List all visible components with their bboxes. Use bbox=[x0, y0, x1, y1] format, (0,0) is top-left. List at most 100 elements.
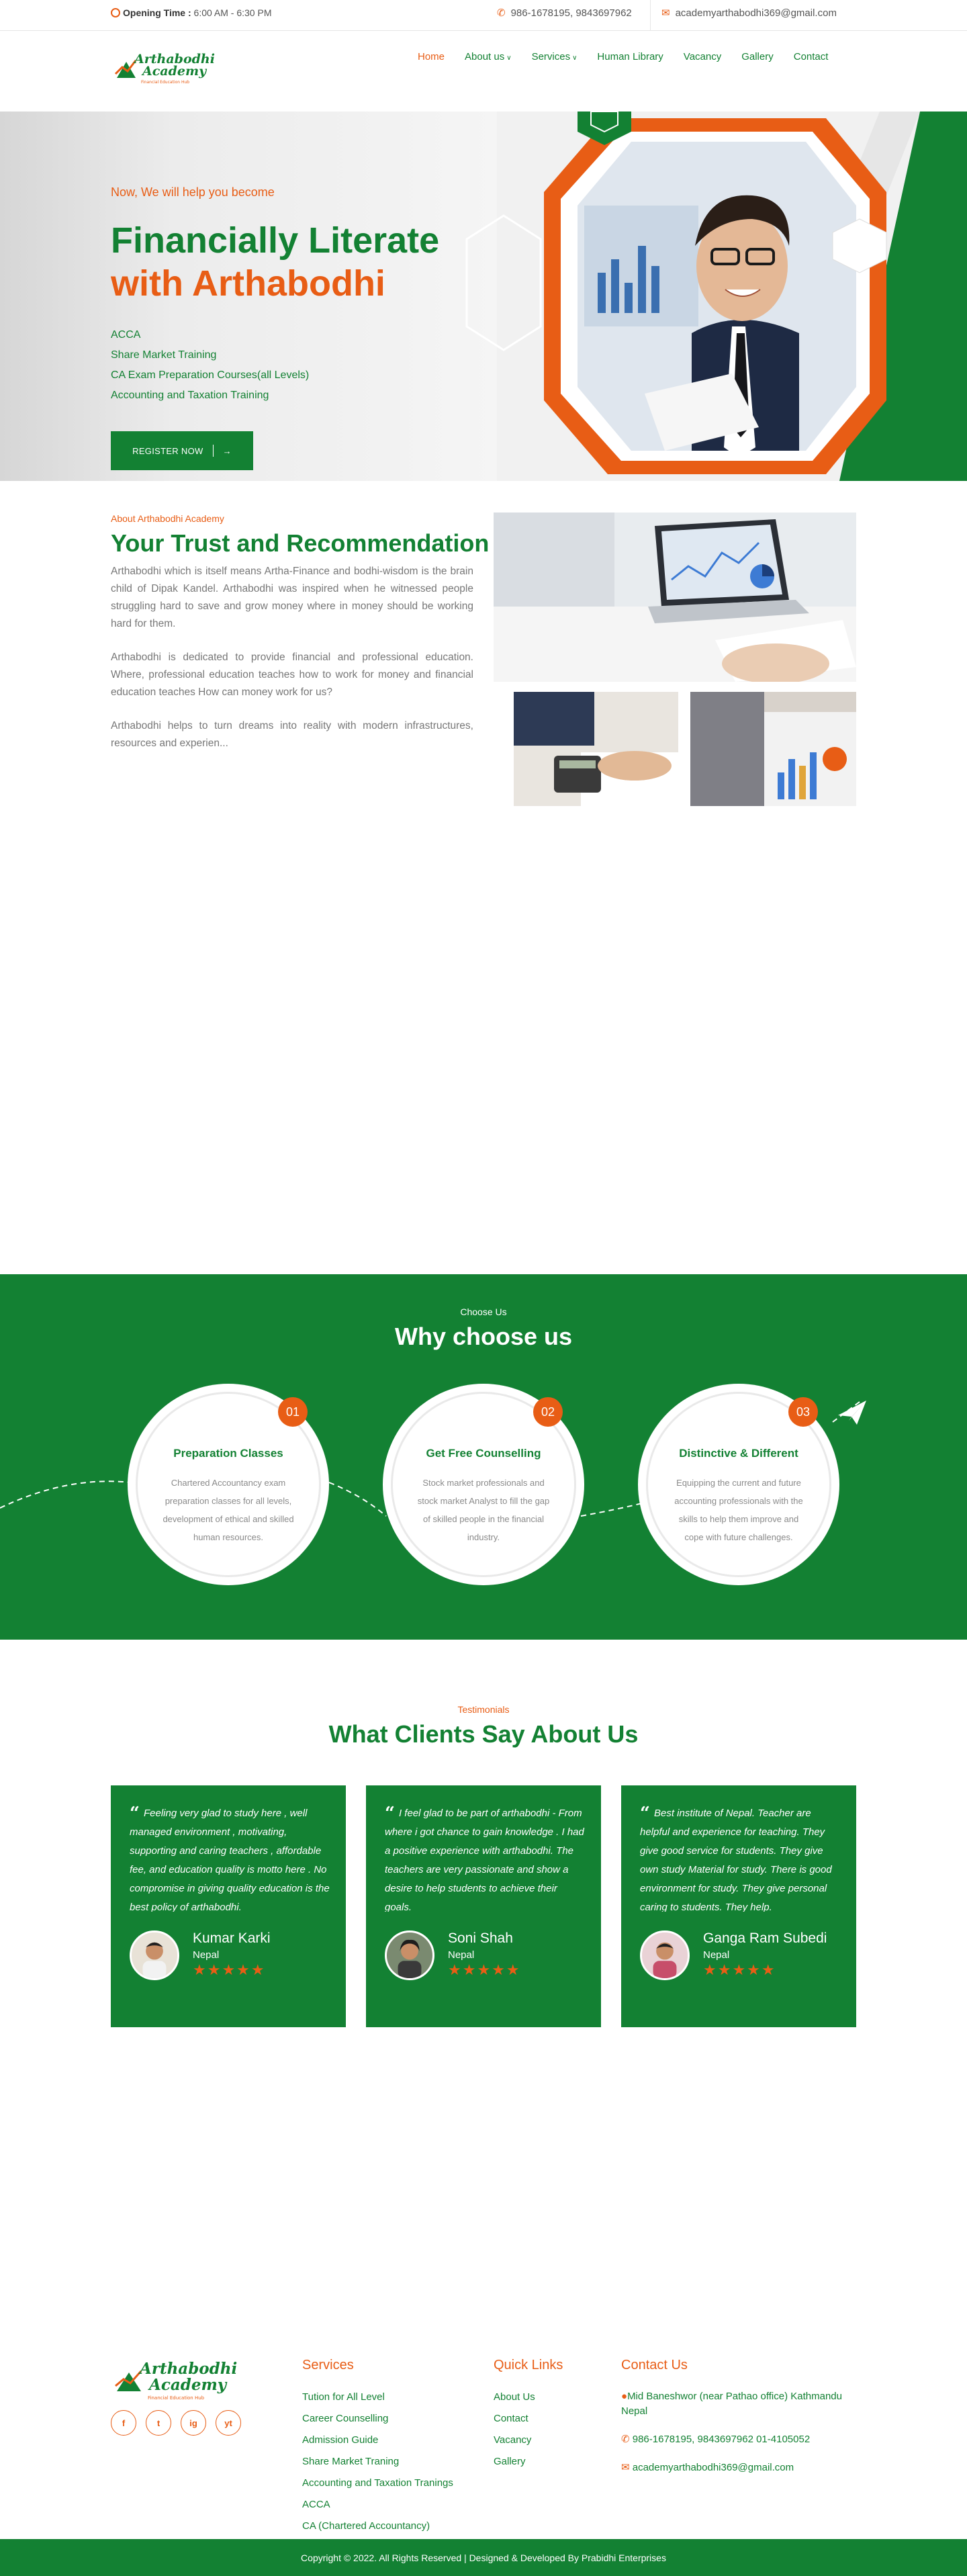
nav-gallery[interactable]: Gallery bbox=[741, 51, 774, 62]
testimonial-name: Ganga Ram Subedi bbox=[703, 1930, 827, 1946]
site-header: Arthabodhi Academy Financial Education H… bbox=[0, 31, 967, 112]
topbar-email-text: academyarthabodhi369@gmail.com bbox=[675, 7, 837, 19]
youtube-icon[interactable]: yt bbox=[216, 2410, 241, 2436]
quote-icon: “ bbox=[130, 1804, 140, 1824]
choose-subtitle: Choose Us bbox=[460, 1306, 507, 1317]
calculator-image bbox=[514, 692, 678, 806]
testimonial-quote: “Feeling very glad to study here , well … bbox=[130, 1804, 331, 1912]
about-paragraph: Arthabodhi helps to turn dreams into rea… bbox=[111, 720, 473, 749]
testimonial-card: “I feel glad to be part of arthabodhi - … bbox=[366, 1785, 601, 2027]
feature-text: Chartered Accountancy exam preparation c… bbox=[163, 1478, 294, 1542]
copyright-bar: Copyright © 2022. All Rights Reserved | … bbox=[0, 2539, 967, 2576]
nav-services[interactable]: Services ∨ bbox=[532, 51, 578, 62]
footer-service-link[interactable]: Admission Guide bbox=[302, 2430, 453, 2451]
footer-logo-line1: Arthabodhi bbox=[138, 2360, 237, 2378]
nav-about[interactable]: About us ∨ bbox=[465, 51, 512, 62]
instagram-icon[interactable]: ig bbox=[181, 2410, 206, 2436]
footer-service-link[interactable]: Accounting and Taxation Tranings bbox=[302, 2473, 453, 2494]
facebook-icon[interactable]: f bbox=[111, 2410, 136, 2436]
divider bbox=[212, 445, 214, 457]
hero-banner: Now, We will help you become Financially… bbox=[0, 112, 967, 481]
hero-tagline: Now, We will help you become bbox=[111, 185, 275, 199]
star-rating-icon: ★★★★★ bbox=[193, 1961, 266, 1978]
nav-home[interactable]: Home bbox=[418, 51, 445, 62]
opening-time: Opening Time : 6:00 AM - 6:30 PM bbox=[111, 7, 271, 18]
avatar bbox=[385, 1930, 434, 1980]
list-item: Accounting and Taxation Training bbox=[111, 390, 269, 401]
feature-title: Get Free Counselling bbox=[426, 1447, 541, 1460]
topbar-phone-text: 986-1678195, 9843697962 bbox=[510, 7, 632, 19]
testimonial-card: “Feeling very glad to study here , well … bbox=[111, 1785, 346, 2027]
clock-icon bbox=[111, 8, 120, 17]
quote-icon: “ bbox=[385, 1804, 395, 1824]
chevron-down-icon: ∨ bbox=[506, 54, 512, 62]
about-title: Your Trust and Recommendation bbox=[111, 529, 490, 557]
footer-service-link[interactable]: Career Counselling bbox=[302, 2408, 453, 2430]
testimonials-subtitle: Testimonials bbox=[457, 1704, 510, 1715]
list-item: Share Market Training bbox=[111, 349, 217, 361]
footer-service-link[interactable]: ACCA bbox=[302, 2494, 453, 2516]
opening-label: Opening Time : bbox=[123, 7, 191, 18]
testimonial-quote-text: Best institute of Nepal. Teacher are hel… bbox=[640, 1808, 832, 1912]
feature-card: 02 Get Free Counselling Stock market pro… bbox=[383, 1384, 584, 1585]
feature-number: 01 bbox=[278, 1397, 308, 1427]
about-paragraph: Arthabodhi is dedicated to provide finan… bbox=[111, 652, 473, 698]
brand-logo[interactable]: Arthabodhi Academy Financial Education H… bbox=[111, 44, 219, 91]
footer-contact: Contact Us ●Mid Baneshwor (near Pathao o… bbox=[621, 2358, 843, 2489]
footer-logo[interactable]: Arthabodhi Academy Financial Education H… bbox=[111, 2354, 246, 2405]
footer-quick-link[interactable]: Gallery bbox=[494, 2451, 563, 2473]
hero-course-list: ACCA Share Market Training CA Exam Prepa… bbox=[111, 325, 309, 406]
site-footer: Arthabodhi Academy Financial Education H… bbox=[0, 2338, 967, 2539]
top-bar: Opening Time : 6:00 AM - 6:30 PM ✆ 986-16… bbox=[0, 0, 967, 31]
hero-title: Financially Literate with Arthabodhi bbox=[111, 219, 439, 305]
footer-email[interactable]: ✉ academyarthabodhi369@gmail.com bbox=[621, 2460, 843, 2475]
footer-service-link[interactable]: Tution for All Level bbox=[302, 2387, 453, 2408]
footer-contact-title: Contact Us bbox=[621, 2358, 688, 2372]
nav-about-label: About us bbox=[465, 51, 505, 62]
feature-card: 03 Distinctive & Different Equipping the… bbox=[638, 1384, 839, 1585]
feature-text: Equipping the current and future account… bbox=[674, 1478, 803, 1542]
about-paragraph: Arthabodhi which is itself means Artha-F… bbox=[111, 566, 473, 629]
twitter-icon[interactable]: t bbox=[146, 2410, 171, 2436]
star-rating-icon: ★★★★★ bbox=[448, 1961, 521, 1978]
testimonial-quote-text: I feel glad to be part of arthabodhi - F… bbox=[385, 1808, 584, 1912]
envelope-icon: ✉ bbox=[621, 2462, 633, 2473]
footer-services-title: Services bbox=[302, 2358, 354, 2372]
main-nav: Home About us ∨ Services ∨ Human Library V… bbox=[418, 51, 848, 62]
footer-address: ●Mid Baneshwor (near Pathao office) Kath… bbox=[621, 2389, 843, 2419]
footer-service-link[interactable]: Share Market Traning bbox=[302, 2451, 453, 2473]
testimonial-card: “Best institute of Nepal. Teacher are he… bbox=[621, 1785, 856, 2027]
page: Opening Time : 6:00 AM - 6:30 PM ✆ 986-16… bbox=[0, 0, 967, 2576]
footer-address-text: Mid Baneshwor (near Pathao office) Kathm… bbox=[621, 2391, 842, 2417]
logo-tagline: Financial Education Hub bbox=[141, 80, 189, 85]
nav-vacancy[interactable]: Vacancy bbox=[684, 51, 721, 62]
testimonial-quote-text: Feeling very glad to study here , well m… bbox=[130, 1808, 330, 1912]
footer-phone[interactable]: ✆ 986-1678195, 9843697962 01-4105052 bbox=[621, 2432, 843, 2447]
footer-service-link[interactable]: CA (Chartered Accountancy) bbox=[302, 2516, 453, 2537]
list-item: ACCA bbox=[111, 329, 141, 341]
footer-services: Services Tution for All Level Career Cou… bbox=[302, 2358, 453, 2537]
feature-number: 03 bbox=[788, 1397, 818, 1427]
footer-quick-link[interactable]: Contact bbox=[494, 2408, 563, 2430]
hero-title-line2: with Arthabodhi bbox=[111, 263, 385, 304]
footer-quick-link[interactable]: About Us bbox=[494, 2387, 563, 2408]
nav-contact[interactable]: Contact bbox=[794, 51, 829, 62]
register-now-button[interactable]: REGISTER NOW → bbox=[111, 431, 253, 470]
footer-links-title: Quick Links bbox=[494, 2358, 563, 2372]
avatar bbox=[640, 1930, 690, 1980]
opening-hours: 6:00 AM - 6:30 PM bbox=[193, 7, 272, 18]
about-subtitle: About Arthabodhi Academy bbox=[111, 513, 224, 524]
nav-services-label: Services bbox=[531, 51, 571, 62]
feature-title: Preparation Classes bbox=[173, 1447, 283, 1460]
copyright-text: Copyright © 2022. All Rights Reserved | … bbox=[301, 2552, 666, 2563]
footer-quick-link[interactable]: Vacancy bbox=[494, 2430, 563, 2451]
feature-number: 02 bbox=[533, 1397, 563, 1427]
hero-title-line1: Financially Literate bbox=[111, 220, 440, 261]
phone-icon: ✆ bbox=[621, 2434, 633, 2445]
quote-icon: “ bbox=[640, 1804, 650, 1824]
topbar-email[interactable]: ✉ academyarthabodhi369@gmail.com bbox=[661, 7, 837, 19]
testimonial-country: Nepal bbox=[703, 1949, 730, 1961]
nav-human-library[interactable]: Human Library bbox=[597, 51, 663, 62]
airplane-icon bbox=[838, 1401, 866, 1425]
topbar-phone[interactable]: ✆ 986-1678195, 9843697962 bbox=[497, 7, 632, 19]
